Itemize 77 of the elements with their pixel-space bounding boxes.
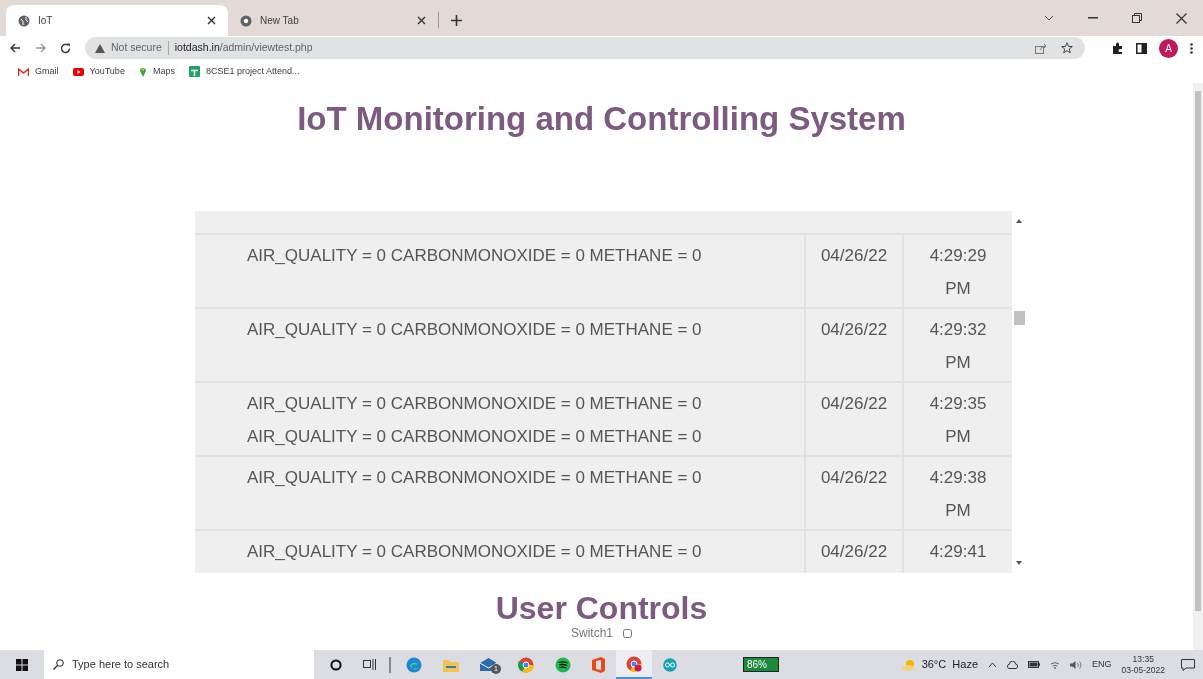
battery-meter: 86% xyxy=(743,657,779,672)
checkbox[interactable] xyxy=(623,629,632,638)
switch-label: Switch1 xyxy=(571,627,613,640)
table-cell: AIR_QUALITY = 0 CARBONMONOXIDE = 0 METHANE = 0 xyxy=(195,235,806,307)
close-icon[interactable] xyxy=(207,16,216,25)
table-cell: 04/26/22 xyxy=(806,235,904,307)
profile-avatar[interactable]: A xyxy=(1159,38,1178,58)
reload-icon[interactable] xyxy=(60,42,71,54)
chevron-down-icon[interactable] xyxy=(1044,15,1054,21)
tab-title: IoT xyxy=(38,14,54,28)
restore-icon[interactable] xyxy=(1132,13,1142,23)
folder-icon[interactable] xyxy=(443,657,459,672)
chevron-up-icon[interactable] xyxy=(988,661,997,668)
map-pin-icon xyxy=(138,66,147,77)
bookmark-link[interactable]: Maps xyxy=(138,64,175,79)
security-label: Not secure xyxy=(111,40,162,56)
volume-icon[interactable] xyxy=(1070,659,1082,670)
weather-text: 36°C Haze xyxy=(921,657,978,673)
new-tab-icon[interactable] xyxy=(451,15,462,26)
table-cell: AIR_QUALITY = 0 CARBONMONOXIDE = 0 METHANE = 0 xyxy=(195,309,806,381)
scroll-thumb[interactable] xyxy=(1013,311,1025,325)
cloud-icon[interactable] xyxy=(1007,660,1018,669)
cortana-icon[interactable] xyxy=(330,658,342,671)
forward-icon xyxy=(35,43,46,53)
star-icon[interactable] xyxy=(1061,42,1073,54)
spreadsheet-icon xyxy=(188,66,200,77)
windows-icon[interactable] xyxy=(16,658,28,671)
mail-icon xyxy=(18,67,29,76)
table-cell: 04/26/22 xyxy=(806,457,904,529)
search-field[interactable]: Type here to search xyxy=(44,650,314,679)
bookmark-link[interactable]: 8CSE1 project Attend... xyxy=(188,64,300,79)
table-cell-text: 4:29:35 PM xyxy=(928,393,988,448)
scroll-down-icon[interactable] xyxy=(1016,561,1022,565)
bookmark-link[interactable]: Gmail xyxy=(18,64,59,79)
side-panel-icon[interactable] xyxy=(1136,42,1147,54)
page-title: IoT Monitoring and Controlling System xyxy=(297,99,906,139)
globe-icon xyxy=(18,14,30,27)
notification-icon[interactable] xyxy=(1181,658,1195,671)
scroll-up-icon[interactable] xyxy=(1016,219,1022,223)
table-cell-text: 4:29:38 PM xyxy=(928,467,988,522)
warning-icon xyxy=(95,43,105,53)
weather-icon xyxy=(901,658,916,671)
more-icon[interactable] xyxy=(1190,42,1193,54)
browser-tab[interactable]: IoT xyxy=(6,5,228,36)
battery-icon[interactable] xyxy=(1028,661,1040,668)
puzzle-icon[interactable] xyxy=(1112,42,1124,54)
task-view-icon[interactable] xyxy=(363,659,376,670)
language-indicator[interactable]: ENG xyxy=(1092,657,1112,672)
table-cell-text: 4:29:29 PM xyxy=(928,245,988,300)
table-cell: 04/26/22 xyxy=(806,531,904,573)
wifi-icon[interactable] xyxy=(1050,660,1060,669)
table-cell-text: 4:29:32 PM xyxy=(928,319,988,374)
music-app-icon[interactable] xyxy=(555,656,571,673)
browser-icon[interactable] xyxy=(518,656,534,673)
close-icon[interactable] xyxy=(417,16,426,25)
share-icon[interactable] xyxy=(1035,42,1047,54)
table-cell: AIR_QUALITY = 0 CARBONMONOXIDE = 0 METHANE = 0 AIR_QUALITY = 0 CARBONMONOXIDE = 0 METHANE = 0 xyxy=(195,383,806,455)
bookmark-link[interactable]: YouTube xyxy=(72,64,125,79)
browser-icon xyxy=(626,655,642,672)
back-icon[interactable] xyxy=(10,43,21,53)
taskbar-app[interactable] xyxy=(616,650,652,679)
table-cell: 04/26/22 xyxy=(806,309,904,381)
page-scrollbar[interactable] xyxy=(1193,83,1203,650)
tab-title: New Tab xyxy=(260,14,300,28)
table-cell: AIR_QUALITY = 0 CARBONMONOXIDE = 0 METHANE = 0 xyxy=(195,531,806,573)
address-bar[interactable]: Not secure iotdash.in/admin/viewtest.php xyxy=(85,37,1085,59)
url-text: iotdash.in/admin/viewtest.php xyxy=(174,40,313,56)
close-icon[interactable] xyxy=(1176,12,1187,24)
table-cell: 04/26/22 xyxy=(806,383,904,455)
section-title: User Controls xyxy=(495,589,708,627)
search-icon xyxy=(53,659,64,670)
table-cell: AIR_QUALITY = 0 CARBONMONOXIDE = 0 METHANE = 0 xyxy=(195,457,806,529)
table-cell-text: 4:29:41 xyxy=(928,541,988,563)
clock[interactable]: 13:35 03-05-2022 xyxy=(1121,653,1165,676)
minimize-icon[interactable] xyxy=(1088,17,1098,19)
browser-tab[interactable]: New Tab xyxy=(228,5,438,36)
play-icon xyxy=(72,67,84,76)
